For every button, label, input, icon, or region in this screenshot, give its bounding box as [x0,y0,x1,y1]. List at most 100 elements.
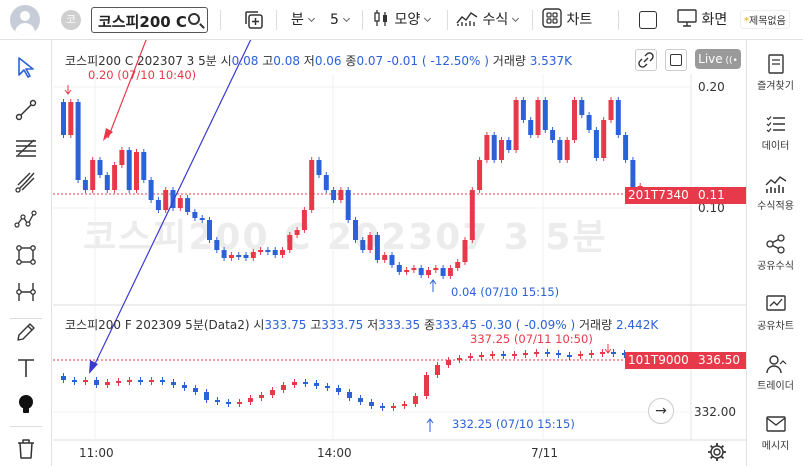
candle-body [402,404,407,406]
text-tool-icon[interactable] [14,356,38,380]
rectangle-node-icon[interactable] [14,243,38,267]
top-toolbar: 코 코스피200 C 분 5 모양 수식 차트 화면 *제목없음 [0,0,803,40]
candle-body [250,252,256,258]
candle-body [309,160,315,210]
tool-divider [10,318,42,319]
candle-body [424,375,429,396]
monitor-icon [677,9,697,27]
data-label: 데이터 [761,141,790,152]
pencil-icon[interactable] [14,320,38,344]
settings-gear-icon[interactable] [707,442,727,462]
candle-body [468,356,473,358]
candle-body [391,406,396,408]
lower-price-tag: 101T9000 336.50 [625,352,746,369]
formula-dropdown[interactable]: 수식 [456,8,520,32]
upper-low-annotation: 0.04 (07/10 15:15) [451,285,560,299]
candle-body [455,262,461,268]
trash-icon[interactable] [14,437,38,461]
symbol-text[interactable]: 코스피200 C [98,11,186,32]
trader-button[interactable]: 트레이더 [747,354,803,392]
high-marker-arrow [604,344,612,354]
user-avatar[interactable] [10,5,40,35]
time-axis-label: 14:00 [317,446,352,460]
candle-body [226,402,231,404]
candle-body [447,268,453,276]
shared-formula-button[interactable]: 공유수식 [747,234,803,272]
period-unit-dropdown[interactable]: 분 [291,8,315,32]
user-badge[interactable]: 코 [61,10,81,30]
data-button[interactable]: 데이터 [747,114,803,152]
candle-body [82,180,88,190]
high-label: 고 [310,318,322,332]
candle-body [294,230,300,235]
candle-body [236,255,242,257]
high-marker-arrow [64,85,72,95]
candle-body [367,235,373,250]
candle-body [440,268,446,276]
screen-button[interactable]: 화면 [677,8,727,32]
search-icon[interactable] [188,13,200,25]
period-value-dropdown[interactable]: 5 [330,8,350,32]
candlestick-chart[interactable] [53,40,746,466]
low-label: 저 [367,318,379,332]
candle-body [301,210,307,230]
candle-body [237,402,242,404]
change-pct: ( -0.09% ) [515,318,576,332]
chart-label: 차트 [566,12,593,28]
measure-icon[interactable] [14,280,38,304]
message-button[interactable]: 메시지 [747,414,803,452]
trader-label: 트레이더 [757,381,794,392]
parallel-lines-icon[interactable] [14,135,38,159]
candle-body [630,160,636,190]
symbol-search-box[interactable]: 코스피200 C [91,7,208,33]
candle-body [353,220,358,240]
candle-body [413,396,418,404]
candle-body [248,398,253,402]
favorites-button[interactable]: 즐겨찾기 [747,54,803,92]
bulb-icon[interactable] [14,392,38,416]
shared-chart-button[interactable]: 공유차트 [747,294,803,332]
candle-body [270,390,275,395]
candle-body [116,381,121,383]
candle-body [513,100,519,150]
candle-body [615,100,621,135]
candle-body [155,200,161,210]
chart-layout-button[interactable]: 차트 [542,8,592,32]
candle-body [177,198,183,208]
checkbox-square[interactable] [639,11,657,29]
shape-dropdown[interactable]: 모양 [372,8,432,32]
cursor-icon[interactable] [14,55,38,79]
untitled-badge[interactable]: *제목없음 [740,10,790,29]
candle-body [112,165,118,190]
candle-body [501,354,506,356]
candle-body [141,152,147,180]
scroll-to-latest-button[interactable]: → [648,398,674,424]
candle-body [389,255,395,265]
volume-label: 거래량 [579,318,613,332]
candle-body [600,352,605,354]
candle-body [347,392,352,398]
candle-body [185,198,191,212]
pitchfork-icon[interactable] [14,170,38,194]
high-value: 333.75 [321,318,364,332]
candle-body [542,100,548,130]
wave-pattern-icon[interactable] [14,207,38,231]
add-compare-icon[interactable] [244,10,264,30]
candle-body [338,190,344,200]
candle-body [325,386,330,388]
candle-body [90,160,96,190]
toolbar-divider [362,10,363,30]
apply-formula-button[interactable]: 수식적용 [747,174,803,212]
share-nodes-icon [765,234,785,254]
candle-body [623,135,629,160]
trendline-icon[interactable] [14,98,38,122]
chart-area[interactable]: 코스피200 C 202307 3 5분 코스피200 C 202307 3 5… [53,40,746,466]
candle-body [138,380,143,382]
candle-body [567,355,572,357]
message-label: 메시지 [761,441,790,452]
shared-chart-label: 공유차트 [757,321,794,332]
candle-body [608,100,614,120]
price-axis-label: 0.20 [698,80,725,94]
shared-chart-icon [765,295,786,311]
upper-high-annotation: 0.20 (07/10 10:40) [88,68,197,82]
